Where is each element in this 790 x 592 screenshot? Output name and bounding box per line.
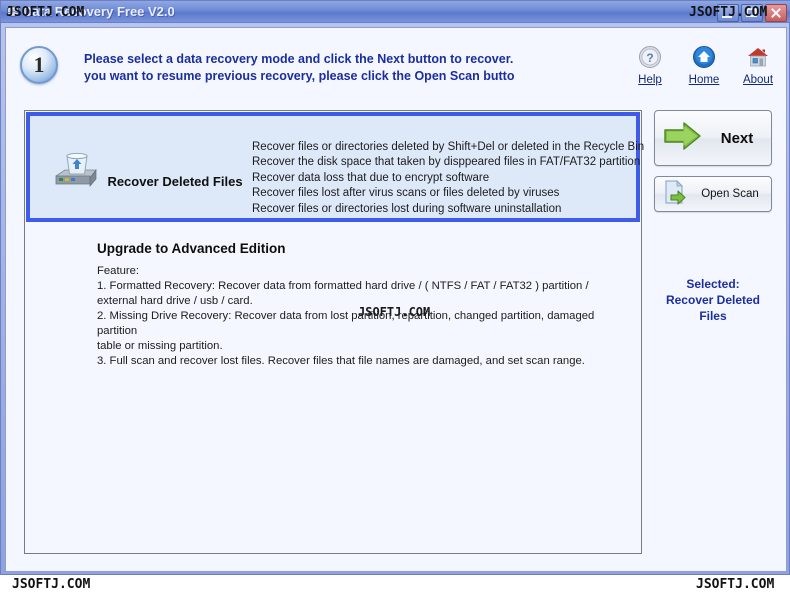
next-button-label: Next — [720, 129, 754, 147]
mode-feature-item: Recover files lost after virus scans or … — [252, 187, 560, 200]
mode-card-title: Recover Deleted Files — [107, 174, 243, 189]
title-bar: Data Recovery Free V2.0 JSOFTJ.COM JSOFT… — [1, 1, 790, 23]
about-icon — [738, 42, 778, 72]
upgrade-line: 1. Formatted Recovery: Recover data from… — [97, 280, 589, 292]
watermark-title-right: JSOFTJ.COM — [689, 5, 768, 20]
mode-feature-item: Recover the disk space that taken by dis… — [252, 156, 641, 169]
application-window: Data Recovery Free V2.0 JSOFTJ.COM JSOFT… — [0, 0, 790, 592]
instruction-line-2: you want to resume previous recovery, pl… — [84, 69, 515, 83]
mode-card-recover-deleted-files[interactable]: Recover Deleted Files Recover files or d… — [26, 112, 645, 222]
header-bar: 1 Please select a data recovery mode and… — [6, 28, 786, 100]
mode-feature-item: Recover files or directories lost during… — [252, 202, 562, 215]
mode-feature-item: Recover data loss that due to encrypt so… — [252, 171, 490, 184]
step-number-label: 1 — [33, 52, 45, 77]
close-button[interactable] — [765, 4, 787, 22]
open-scan-button[interactable]: Open Scan — [654, 176, 772, 212]
selected-value-line-2: Files — [699, 309, 727, 323]
watermark-bottom-left: JSOFTJ.COM — [12, 577, 91, 592]
home-icon — [684, 42, 724, 72]
help-icon: ? — [630, 42, 670, 72]
selected-label: Selected: — [686, 277, 740, 291]
watermark-bottom-right: JSOFTJ.COM — [696, 577, 775, 592]
recycle-bin-drive-icon — [52, 148, 100, 192]
instruction-text: Please select a data recovery mode and c… — [84, 51, 604, 85]
about-button[interactable]: About — [738, 42, 778, 86]
selected-mode-indicator: Selected: Recover Deleted Files — [654, 276, 772, 324]
action-rail: Next Open Scan Selected: Recover Deleted… — [654, 110, 774, 324]
help-label: Help — [638, 74, 662, 86]
help-button[interactable]: ? Help — [630, 42, 670, 86]
mode-feature-item: Recover files or directories deleted by … — [252, 141, 645, 153]
upgrade-line: 3. Full scan and recover lost files. Rec… — [97, 355, 585, 367]
upgrade-heading: Upgrade to Advanced Edition — [97, 241, 286, 256]
green-arrow-right-icon — [663, 120, 703, 157]
upgrade-line: table or missing partition. — [97, 340, 223, 352]
mode-feature-list: Recover files or directories deleted by … — [252, 140, 645, 217]
watermark-middle: JSOFTJ.COM — [358, 305, 431, 319]
top-icon-bar: ? Help Home About — [630, 42, 778, 86]
step-number-badge: 1 — [20, 46, 58, 84]
svg-text:?: ? — [646, 51, 653, 65]
open-scan-button-label: Open Scan — [701, 188, 759, 200]
content-panel: Recover Deleted Files Recover files or d… — [24, 110, 645, 554]
home-label: Home — [688, 74, 720, 86]
next-button[interactable]: Next — [654, 110, 772, 166]
instruction-line-1: Please select a data recovery mode and c… — [84, 52, 514, 66]
file-with-green-arrow-icon — [663, 179, 687, 210]
selected-value-line-1: Recover Deleted — [665, 293, 761, 307]
upgrade-line: Feature: — [97, 265, 140, 277]
home-button[interactable]: Home — [684, 42, 724, 86]
watermark-title-left: JSOFTJ.COM — [6, 5, 85, 20]
about-label: About — [742, 74, 774, 86]
client-area: 1 Please select a data recovery mode and… — [5, 27, 787, 592]
